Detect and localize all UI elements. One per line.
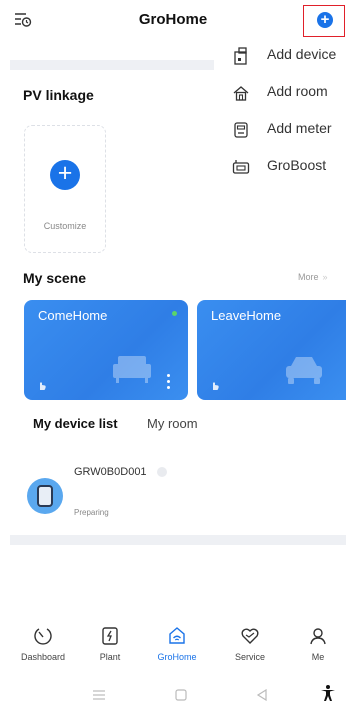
device-status-dot bbox=[157, 467, 167, 477]
nav-plant[interactable]: Plant bbox=[80, 626, 140, 670]
more-options-icon[interactable] bbox=[167, 374, 171, 392]
home-icon bbox=[232, 84, 250, 102]
menu-groboost[interactable]: GroBoost bbox=[224, 149, 346, 186]
nav-label: Plant bbox=[99, 652, 121, 662]
menu-label: Add meter bbox=[267, 120, 332, 136]
sofa-icon bbox=[112, 350, 152, 389]
nav-service[interactable]: Service bbox=[220, 626, 280, 670]
service-icon bbox=[241, 628, 259, 644]
customize-label: Customize bbox=[43, 221, 87, 231]
plus-icon: + bbox=[50, 160, 80, 190]
wallbox-icon bbox=[27, 478, 63, 514]
tap-icon bbox=[209, 378, 221, 390]
accessibility-icon[interactable] bbox=[320, 684, 336, 707]
scene-name: ComeHome bbox=[38, 308, 108, 323]
meter-icon bbox=[232, 121, 250, 139]
tab-my-device-list[interactable]: My device list bbox=[33, 416, 118, 431]
device-icon bbox=[232, 47, 250, 65]
scene-name: LeaveHome bbox=[211, 308, 282, 323]
tab-my-room[interactable]: My room bbox=[147, 416, 198, 431]
device-status: Preparing bbox=[74, 508, 109, 517]
menu-label: Add room bbox=[267, 83, 328, 99]
pv-linkage-title: PV linkage bbox=[23, 87, 94, 103]
recents-icon[interactable] bbox=[92, 688, 106, 706]
plus-circle-icon: + bbox=[317, 12, 333, 28]
car-icon bbox=[283, 354, 325, 391]
more-link[interactable]: More» bbox=[298, 272, 328, 282]
system-nav-bar bbox=[0, 680, 346, 707]
page-title: GroHome bbox=[138, 11, 208, 28]
groboost-icon bbox=[232, 158, 250, 176]
menu-add-meter[interactable]: Add meter bbox=[224, 112, 346, 149]
nav-dashboard[interactable]: Dashboard bbox=[13, 626, 73, 670]
menu-label: GroBoost bbox=[267, 157, 327, 173]
header-divider bbox=[10, 60, 214, 70]
nav-label: Me bbox=[311, 652, 325, 662]
chevron-right-icon: » bbox=[322, 272, 328, 282]
status-dot bbox=[172, 311, 177, 316]
menu-add-room[interactable]: Add room bbox=[224, 75, 346, 112]
plant-icon bbox=[102, 627, 118, 645]
person-icon bbox=[310, 628, 326, 645]
nav-me[interactable]: Me bbox=[288, 626, 346, 670]
more-label: More bbox=[298, 272, 319, 282]
my-scene-title: My scene bbox=[23, 270, 87, 286]
tap-icon bbox=[36, 378, 48, 390]
menu-add-device[interactable]: Add device bbox=[224, 38, 346, 75]
section-divider bbox=[10, 535, 346, 545]
grohome-icon bbox=[169, 627, 185, 644]
nav-label: Service bbox=[234, 652, 265, 662]
dashboard-icon bbox=[34, 628, 52, 645]
nav-label: Dashboard bbox=[20, 652, 66, 662]
scene-card-comehome[interactable]: ComeHome bbox=[24, 300, 188, 400]
back-icon[interactable] bbox=[256, 688, 268, 706]
nav-grohome[interactable]: GroHome bbox=[147, 626, 207, 670]
customize-card[interactable]: + Customize bbox=[24, 125, 106, 253]
scene-card-leavehome[interactable]: LeaveHome bbox=[197, 300, 346, 400]
device-name[interactable]: GRW0B0D001 bbox=[74, 466, 147, 478]
home-button-icon[interactable] bbox=[175, 688, 187, 706]
add-button[interactable]: + bbox=[303, 5, 345, 37]
menu-label: Add device bbox=[267, 46, 337, 62]
nav-label: GroHome bbox=[157, 652, 197, 662]
